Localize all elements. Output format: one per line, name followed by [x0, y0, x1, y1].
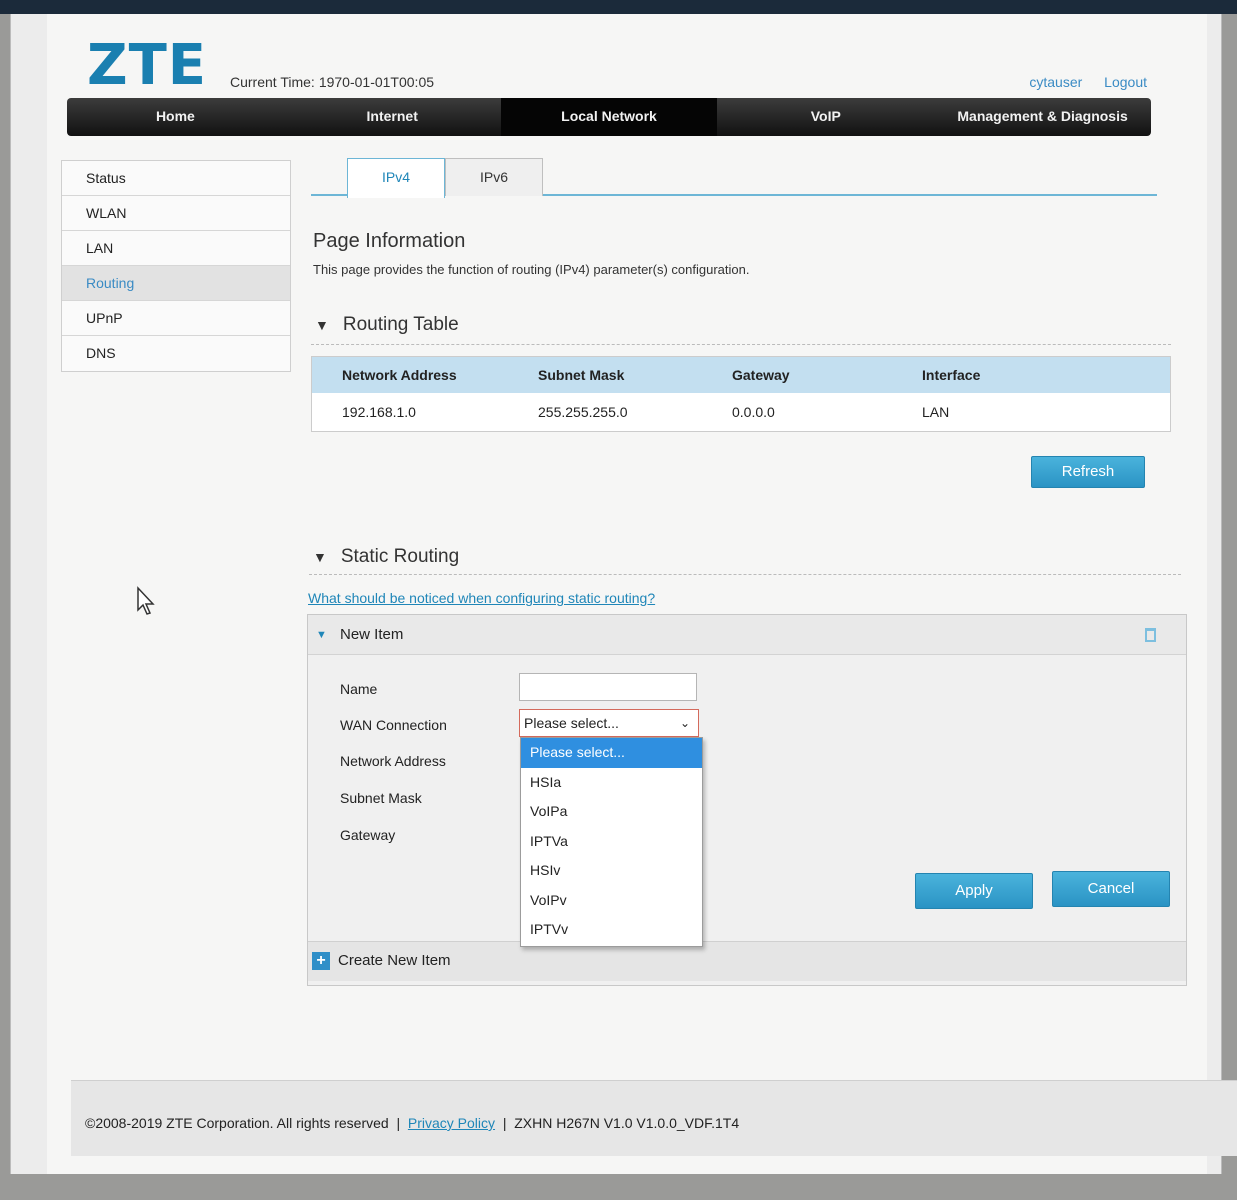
static-routing-title: Static Routing [340, 546, 460, 567]
divider [311, 344, 1171, 345]
chevron-down-icon: ⌄ [679, 716, 690, 730]
cell-gateway: 0.0.0.0 [732, 404, 775, 420]
routing-table: Network Address Subnet Mask Gateway Inte… [311, 356, 1171, 432]
col-network-address: Network Address [342, 367, 457, 383]
nav-internet[interactable]: Internet [284, 98, 501, 136]
collapse-triangle-icon: ▼ [316, 629, 327, 641]
dropdown-option[interactable]: VoIPa [521, 797, 702, 827]
collapse-arrow-icon: ▼ [315, 317, 329, 333]
collapse-arrow-icon: ▼ [313, 549, 327, 565]
monitor-top-edge [0, 0, 1237, 14]
firmware-version: ZXHN H267N V1.0 V1.0.0_VDF.1T4 [514, 1115, 740, 1131]
dropdown-option[interactable]: IPTVv [521, 915, 702, 945]
router-admin-panel: ZTE Current Time: 1970-01-01T00:05 cytaus… [47, 14, 1237, 1174]
mouse-cursor-icon [137, 586, 155, 615]
privacy-policy-link[interactable]: Privacy Policy [408, 1115, 495, 1131]
plus-icon: + [312, 952, 330, 970]
sidebar-item-status[interactable]: Status [62, 161, 290, 196]
current-time-value: 1970-01-01T00:05 [318, 74, 435, 90]
routing-table-header[interactable]: ▼ Routing Table [315, 314, 459, 336]
table-header: Network Address Subnet Mask Gateway Inte… [312, 357, 1170, 393]
current-time: Current Time: 1970-01-01T00:05 [230, 74, 438, 90]
dropdown-option[interactable]: VoIPv [521, 886, 702, 916]
wan-connection-select[interactable]: Please select... ⌄ [519, 709, 699, 737]
footer-text: ©2008-2019 ZTE Corporation. All rights r… [85, 1115, 739, 1131]
tab-ipv4[interactable]: IPv4 [347, 158, 445, 198]
cell-network-address: 192.168.1.0 [342, 404, 416, 420]
trash-icon[interactable] [1145, 628, 1156, 642]
dropdown-option[interactable]: IPTVa [521, 827, 702, 857]
logout-link[interactable]: Logout [1104, 74, 1147, 90]
new-item-form: ▼ New Item Name WAN Connection Network A… [307, 614, 1187, 986]
nav-management-diagnosis[interactable]: Management & Diagnosis [934, 98, 1151, 136]
browser-page: ZTE Current Time: 1970-01-01T00:05 cytaus… [10, 14, 1237, 1174]
nav-home[interactable]: Home [67, 98, 284, 136]
static-routing-help-link[interactable]: What should be noticed when configuring … [308, 590, 655, 606]
sidebar: Status WLAN LAN Routing UPnP DNS [61, 160, 291, 372]
dropdown-option[interactable]: HSIv [521, 856, 702, 886]
sidebar-item-routing[interactable]: Routing [62, 266, 290, 301]
user-links: cytauser Logout [1011, 74, 1147, 90]
name-label: Name [340, 681, 378, 697]
divider [309, 574, 1181, 575]
static-routing-header[interactable]: ▼ Static Routing [313, 546, 459, 568]
refresh-button[interactable]: Refresh [1031, 456, 1145, 488]
col-gateway: Gateway [732, 367, 790, 383]
footer-separator: | [396, 1115, 401, 1131]
wan-connection-dropdown: Please select... HSIa VoIPa IPTVa HSIv V… [520, 737, 703, 947]
col-interface: Interface [922, 367, 981, 383]
cell-interface: LAN [922, 404, 950, 420]
copyright: ©2008-2019 ZTE Corporation. All rights r… [85, 1115, 389, 1131]
current-time-label: Current Time: [230, 74, 315, 90]
nav-voip[interactable]: VoIP [717, 98, 934, 136]
wan-select-value: Please select... [524, 715, 619, 731]
cancel-button[interactable]: Cancel [1052, 871, 1170, 907]
wan-connection-label: WAN Connection [340, 717, 447, 733]
sidebar-item-upnp[interactable]: UPnP [62, 301, 290, 336]
new-item-header[interactable]: ▼ New Item [308, 615, 1186, 655]
page-description: This page provides the function of routi… [313, 262, 750, 277]
create-new-item-row[interactable]: + Create New Item [308, 941, 1186, 981]
sidebar-item-lan[interactable]: LAN [62, 231, 290, 266]
routing-table-title: Routing Table [342, 314, 459, 335]
subnet-mask-label: Subnet Mask [340, 790, 422, 806]
page-title: Page Information [313, 230, 466, 252]
footer: ©2008-2019 ZTE Corporation. All rights r… [71, 1080, 1237, 1156]
ip-version-tabs: IPv4 IPv6 [311, 158, 1157, 198]
sidebar-item-dns[interactable]: DNS [62, 336, 290, 371]
main-nav: Home Internet Local Network VoIP Managem… [67, 98, 1151, 136]
footer-separator: | [502, 1115, 507, 1131]
name-input[interactable] [519, 673, 697, 701]
zte-logo: ZTE [87, 33, 208, 98]
create-new-item-label: Create New Item [338, 952, 451, 969]
dropdown-option[interactable]: Please select... [521, 738, 702, 768]
dropdown-option[interactable]: HSIa [521, 768, 702, 798]
nav-local-network[interactable]: Local Network [500, 98, 718, 136]
sidebar-item-wlan[interactable]: WLAN [62, 196, 290, 231]
apply-button[interactable]: Apply [915, 873, 1033, 909]
tab-ipv6[interactable]: IPv6 [445, 158, 543, 196]
cell-subnet-mask: 255.255.255.0 [538, 404, 628, 420]
col-subnet-mask: Subnet Mask [538, 367, 625, 383]
network-address-label: Network Address [340, 753, 446, 769]
table-row: 192.168.1.0 255.255.255.0 0.0.0.0 LAN [312, 393, 1170, 431]
gateway-label: Gateway [340, 827, 396, 843]
new-item-title: New Item [340, 626, 404, 643]
username-link[interactable]: cytauser [1029, 74, 1082, 90]
